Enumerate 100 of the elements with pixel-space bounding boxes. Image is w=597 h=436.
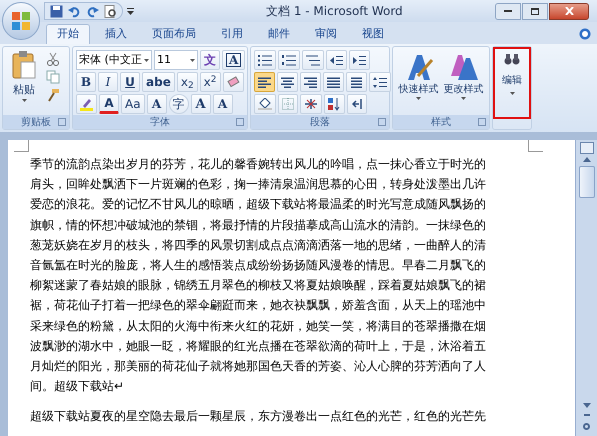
body-paragraph: 超级下载站夏夜的星空隐去最后一颗星辰，东方漫卷出一点红色的光芒，红色的光芒先 [30, 408, 486, 426]
double-letter-icon [448, 52, 478, 82]
editing-button[interactable]: 编辑 [493, 47, 531, 119]
alignment-icon [304, 76, 317, 88]
sort-icon [328, 98, 341, 110]
browse-object-icon[interactable] [583, 423, 590, 430]
ribbon-tab[interactable]: 视图 [352, 24, 394, 44]
minimize-button[interactable] [495, 2, 521, 20]
scroll-up-icon[interactable] [582, 157, 590, 162]
shading-button[interactable] [254, 94, 276, 114]
window-title: 文档 1 - Microsoft Word [266, 3, 403, 20]
numbering-button[interactable] [278, 50, 300, 70]
font-name-field[interactable]: 宋体 (中文正 [76, 50, 152, 70]
indent-right-icon [353, 54, 366, 66]
alignment-icon [258, 76, 271, 88]
dropdown-caret-icon [190, 58, 195, 62]
help-icon[interactable] [579, 28, 591, 40]
bold-button[interactable]: B [76, 72, 96, 92]
print-preview-icon[interactable] [104, 4, 117, 18]
shrink-button[interactable]: A [212, 94, 233, 114]
ribbon-tab[interactable]: 邮件 [258, 24, 300, 44]
clipboard-icon [11, 50, 37, 80]
highlight-button[interactable] [76, 94, 97, 114]
group-label: 剪贴板 [21, 116, 51, 130]
office-logo-icon [11, 11, 31, 31]
shade-button[interactable]: A [146, 94, 167, 114]
italic-button[interactable]: I [98, 72, 118, 92]
scroll-down-icon[interactable] [582, 403, 590, 408]
binoculars-icon [504, 53, 520, 65]
grow-button[interactable]: A [190, 94, 211, 114]
vertical-scrollbar[interactable] [575, 140, 597, 436]
paint-bucket-icon [258, 98, 272, 110]
strike-button[interactable]: abe [142, 72, 175, 92]
align-button[interactable] [323, 72, 344, 92]
eraser-icon [226, 76, 240, 88]
line-spacing-icon [373, 76, 387, 88]
increase-indent-button[interactable] [349, 50, 370, 70]
group-label: 样式 [431, 116, 451, 130]
alignment-icon [350, 76, 363, 88]
underline-button[interactable]: U [120, 72, 140, 92]
paste-button[interactable]: 粘贴 [6, 50, 42, 115]
undo-icon[interactable] [68, 4, 81, 18]
enclose-button[interactable]: 字 [168, 94, 189, 114]
bullet-list-icon [258, 54, 272, 66]
highlighter-icon [80, 98, 93, 110]
align-button[interactable] [300, 72, 321, 92]
alignment-icon [327, 76, 340, 88]
sup-button[interactable]: x$^{2}$ [200, 72, 221, 92]
line-spacing-button[interactable] [369, 72, 391, 92]
maximize-icon [531, 8, 539, 14]
redo-icon[interactable] [86, 4, 99, 18]
style-button[interactable]: 快速样式 [396, 50, 441, 115]
bullets-button[interactable] [254, 50, 276, 70]
ruler-toggle-icon[interactable] [580, 142, 594, 154]
crop-mark [528, 140, 543, 152]
format-painter-icon[interactable] [46, 88, 60, 102]
ribbon-tab[interactable]: 开始 [46, 24, 90, 44]
customize-dropdown-icon[interactable] [127, 8, 134, 14]
paragraph-mark-icon [352, 98, 362, 110]
dropdown-caret-icon [144, 58, 149, 62]
text-layout-icon [304, 98, 318, 110]
alignment-icon [281, 76, 294, 88]
close-button[interactable] [549, 2, 589, 20]
numbered-list-icon [282, 54, 296, 66]
character-border-button[interactable]: A [222, 50, 246, 70]
sort-button[interactable] [324, 94, 345, 114]
sub-button[interactable]: x$_{2}$ [176, 72, 198, 92]
clear-formatting-button[interactable] [222, 72, 244, 92]
font-size-field[interactable]: 11 [154, 50, 198, 70]
font-color-button[interactable]: A [99, 94, 119, 114]
group-label: 字体 [150, 116, 170, 130]
scroll-thumb[interactable] [578, 166, 594, 198]
multilevel-list-icon [306, 54, 320, 66]
office-button[interactable] [2, 2, 40, 40]
show-marks-button[interactable] [347, 94, 367, 114]
border-grid-icon [282, 98, 294, 110]
ribbon-tab[interactable]: 页面布局 [142, 24, 206, 44]
close-icon [564, 7, 574, 15]
restore-button[interactable] [522, 2, 548, 20]
scissors-icon[interactable] [46, 52, 60, 66]
phonetic-guide-button[interactable]: 文 [200, 50, 220, 70]
multilevel-list-button[interactable] [302, 50, 324, 70]
ribbon-tab[interactable]: 插入 [95, 24, 137, 44]
align-button[interactable] [254, 72, 275, 92]
caret-icon [510, 92, 514, 95]
align-button[interactable] [346, 72, 367, 92]
align-button[interactable] [277, 72, 298, 92]
crop-mark [14, 140, 29, 152]
ribbon-tab[interactable]: 审阅 [305, 24, 347, 44]
save-icon[interactable] [50, 4, 63, 18]
indent-left-icon [330, 54, 343, 66]
case-button[interactable]: Aa [121, 94, 145, 114]
decrease-indent-button[interactable] [326, 50, 347, 70]
chinese-layout-button[interactable] [300, 94, 322, 114]
style-button[interactable]: 更改样式 [441, 50, 486, 115]
ribbon-tab[interactable]: 引用 [211, 24, 253, 44]
caret-icon [461, 97, 466, 100]
group-label: 段落 [310, 116, 330, 130]
minimize-icon [504, 10, 512, 12]
caret-icon [416, 97, 421, 100]
